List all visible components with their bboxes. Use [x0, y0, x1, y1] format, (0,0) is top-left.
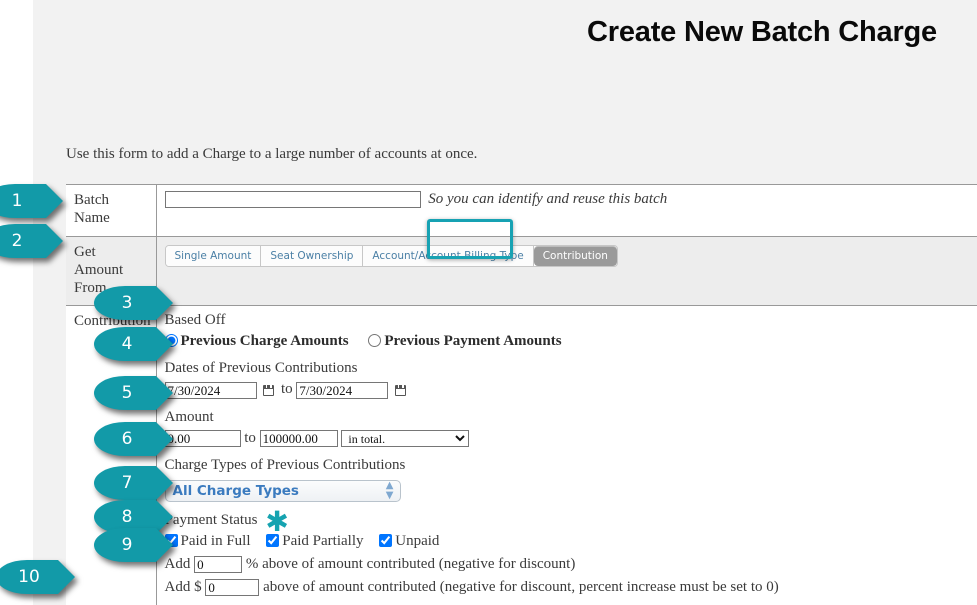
- dates-of-previous-contributions-label: Dates of Previous Contributions: [165, 360, 970, 377]
- page-title: Create New Batch Charge: [587, 16, 937, 49]
- field-get-amount-from: Single Amount Seat Ownership Account/Acc…: [156, 236, 977, 306]
- payment-status-label: Payment Status: [165, 512, 258, 528]
- row-get-amount-from: Get Amount From Single Amount Seat Owner…: [66, 236, 977, 306]
- tab-account-billing-type[interactable]: Account/Account Billing Type: [363, 246, 533, 267]
- callout-badge-1: 1: [0, 184, 46, 218]
- add-percent-suffix: % above of amount contributed (negative …: [246, 556, 575, 572]
- row-contribution: Contribution Based Off Previous Charge A…: [66, 306, 977, 605]
- based-off-radio-group[interactable]: Previous Charge Amounts Previous Payment…: [165, 333, 970, 350]
- batch-charge-form: Batch Name So you can identify and reuse…: [66, 184, 977, 605]
- callout-badge-number: 6: [94, 431, 156, 448]
- date-to-input[interactable]: [296, 382, 388, 399]
- callout-badge-5: 5: [94, 376, 156, 410]
- callout-badge-number: 4: [94, 336, 156, 353]
- batch-name-input[interactable]: [165, 191, 421, 208]
- radio-previous-payment-amounts-label: Previous Payment Amounts: [384, 333, 561, 349]
- asterisk-icon: ✱: [265, 517, 288, 527]
- add-percent-input[interactable]: [194, 556, 242, 573]
- callout-badge-number: 8: [94, 509, 156, 526]
- add-dollar-prefix: Add $: [165, 579, 202, 595]
- date-range-separator: to: [281, 381, 293, 397]
- radio-previous-charge-amounts-label: Previous Charge Amounts: [181, 333, 349, 349]
- radio-previous-charge-amounts[interactable]: Previous Charge Amounts: [165, 333, 353, 349]
- callout-badge-number: 10: [0, 569, 58, 586]
- callout-badge-number: 5: [94, 385, 156, 402]
- amount-mode-select[interactable]: in total.: [341, 430, 469, 447]
- field-batch-name: So you can identify and reuse this batch: [156, 185, 977, 237]
- callout-badge-number: 2: [0, 233, 46, 250]
- date-range-row: to: [165, 381, 970, 398]
- amount-max-input[interactable]: [260, 430, 338, 447]
- callout-badge-10: 10: [0, 560, 58, 594]
- add-dollar-suffix: above of amount contributed (negative fo…: [263, 579, 779, 595]
- checkbox-unpaid-input[interactable]: [379, 534, 392, 547]
- checkbox-paid-in-full[interactable]: Paid in Full: [165, 533, 255, 549]
- checkbox-paid-in-full-label: Paid in Full: [181, 533, 251, 549]
- intro-text: Use this form to add a Charge to a large…: [66, 146, 477, 163]
- amount-range-row: to in total.: [165, 430, 970, 447]
- radio-previous-payment-amounts[interactable]: Previous Payment Amounts: [368, 333, 561, 349]
- date-from-input[interactable]: [165, 382, 257, 399]
- field-contribution: Based Off Previous Charge Amounts Previo…: [156, 306, 977, 605]
- checkbox-paid-partially-label: Paid Partially: [282, 533, 363, 549]
- charge-types-select[interactable]: All Charge Types ▲▼: [165, 480, 401, 502]
- callout-badge-number: 1: [0, 193, 46, 210]
- payment-status-checkbox-group[interactable]: Paid in Full Paid Partially Unpaid: [165, 533, 970, 550]
- amount-label: Amount: [165, 409, 970, 426]
- screenshot-root: Create New Batch Charge Use this form to…: [0, 0, 977, 605]
- payment-status-row: Payment Status ✱: [165, 512, 970, 529]
- callout-badge-3: 3: [94, 286, 156, 320]
- callout-badge-7: 7: [94, 466, 156, 500]
- add-dollar-input[interactable]: [205, 579, 259, 596]
- charge-types-value: All Charge Types: [173, 483, 299, 499]
- amount-source-tabs[interactable]: Single Amount Seat Ownership Account/Acc…: [165, 245, 618, 268]
- batch-name-hint: So you can identify and reuse this batch: [428, 191, 667, 207]
- checkbox-paid-partially-input[interactable]: [266, 534, 279, 547]
- updown-arrows-icon: ▲▼: [386, 481, 393, 501]
- amount-min-input[interactable]: [165, 430, 241, 447]
- add-dollar-row: Add $ above of amount contributed (negat…: [165, 579, 970, 596]
- callout-badge-2: 2: [0, 224, 46, 258]
- callout-badge-number: 9: [94, 537, 156, 554]
- add-percent-row: Add % above of amount contributed (negat…: [165, 556, 970, 573]
- checkbox-unpaid-label: Unpaid: [395, 533, 439, 549]
- callout-badge-9: 9: [94, 528, 156, 562]
- radio-previous-payment-amounts-input[interactable]: [368, 334, 381, 347]
- calendar-icon-to[interactable]: [395, 385, 406, 396]
- callout-badge-4: 4: [94, 327, 156, 361]
- checkbox-paid-partially[interactable]: Paid Partially: [266, 533, 367, 549]
- based-off-label: Based Off: [165, 312, 970, 329]
- callout-badge-6: 6: [94, 422, 156, 456]
- tab-contribution[interactable]: Contribution: [534, 246, 617, 267]
- calendar-icon-from[interactable]: [263, 385, 274, 396]
- amount-range-separator: to: [244, 430, 256, 446]
- callout-badge-number: 3: [94, 295, 156, 312]
- callout-badge-number: 7: [94, 475, 156, 492]
- tab-single-amount[interactable]: Single Amount: [166, 246, 262, 267]
- checkbox-unpaid[interactable]: Unpaid: [379, 533, 439, 549]
- tab-seat-ownership[interactable]: Seat Ownership: [261, 246, 363, 267]
- charge-types-label: Charge Types of Previous Contributions: [165, 457, 970, 474]
- label-batch-name: Batch Name: [66, 185, 156, 237]
- row-batch-name: Batch Name So you can identify and reuse…: [66, 185, 977, 237]
